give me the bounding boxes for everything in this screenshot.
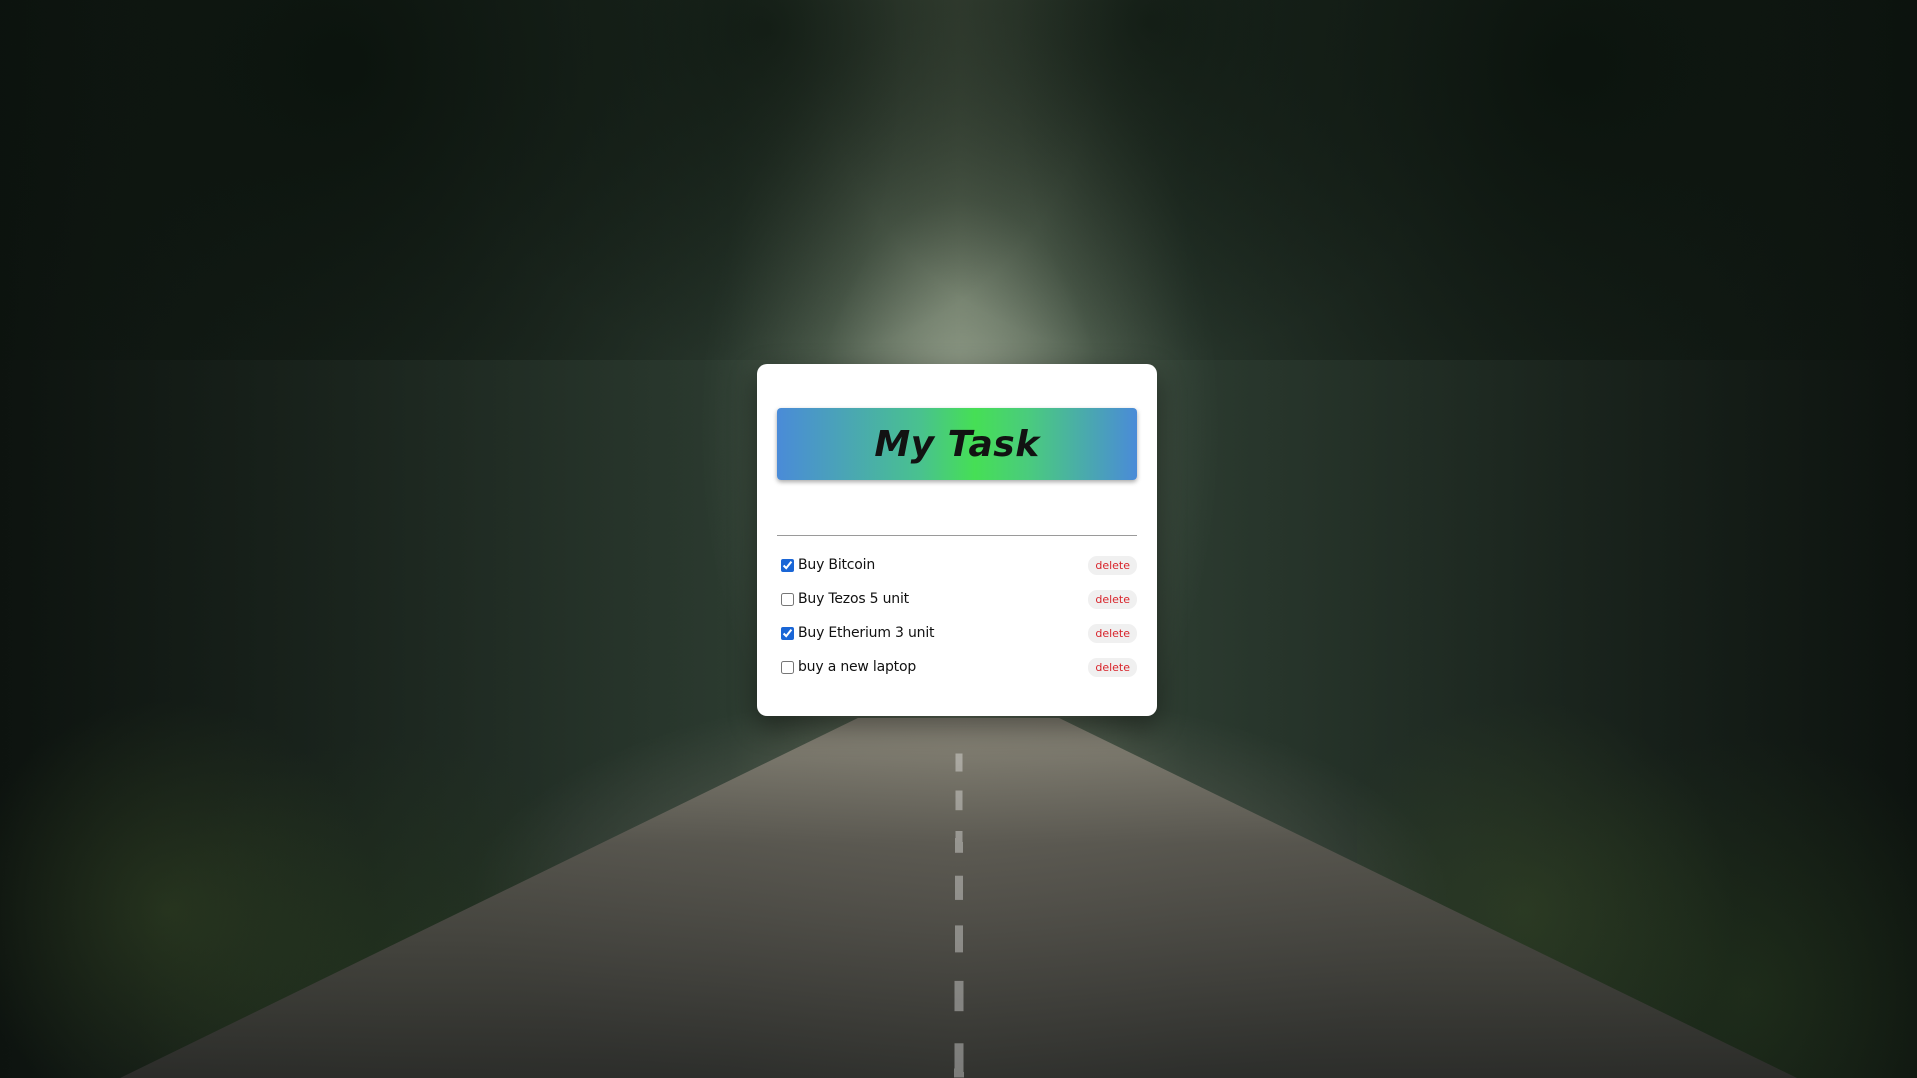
new-task-input[interactable]: [777, 496, 1137, 536]
task-checkbox[interactable]: [781, 558, 794, 572]
delete-button[interactable]: delete: [1088, 658, 1137, 677]
task-label: Buy Etherium 3 unit: [798, 625, 935, 641]
delete-button[interactable]: delete: [1088, 624, 1137, 643]
title-banner: My Task: [777, 408, 1137, 480]
delete-button[interactable]: delete: [1088, 556, 1137, 575]
road-center-line: [954, 753, 964, 1078]
task-checkbox[interactable]: [781, 660, 794, 674]
task-item: Buy Etherium 3 unit delete: [777, 616, 1137, 650]
todo-card: My Task Buy Bitcoin delete Buy Tezos 5 u…: [757, 364, 1157, 716]
task-list: Buy Bitcoin delete Buy Tezos 5 unit dele…: [777, 548, 1137, 684]
delete-button[interactable]: delete: [1088, 590, 1137, 609]
task-label: buy a new laptop: [798, 659, 917, 675]
task-checkbox[interactable]: [781, 626, 794, 640]
task-checkbox[interactable]: [781, 592, 794, 606]
task-item: Buy Bitcoin delete: [777, 548, 1137, 582]
task-label: Buy Tezos 5 unit: [798, 591, 909, 607]
page-title: My Task: [874, 423, 1040, 465]
task-item: buy a new laptop delete: [777, 650, 1137, 684]
task-item: Buy Tezos 5 unit delete: [777, 582, 1137, 616]
tree-canopy: [0, 0, 1917, 360]
task-label: Buy Bitcoin: [798, 557, 876, 573]
